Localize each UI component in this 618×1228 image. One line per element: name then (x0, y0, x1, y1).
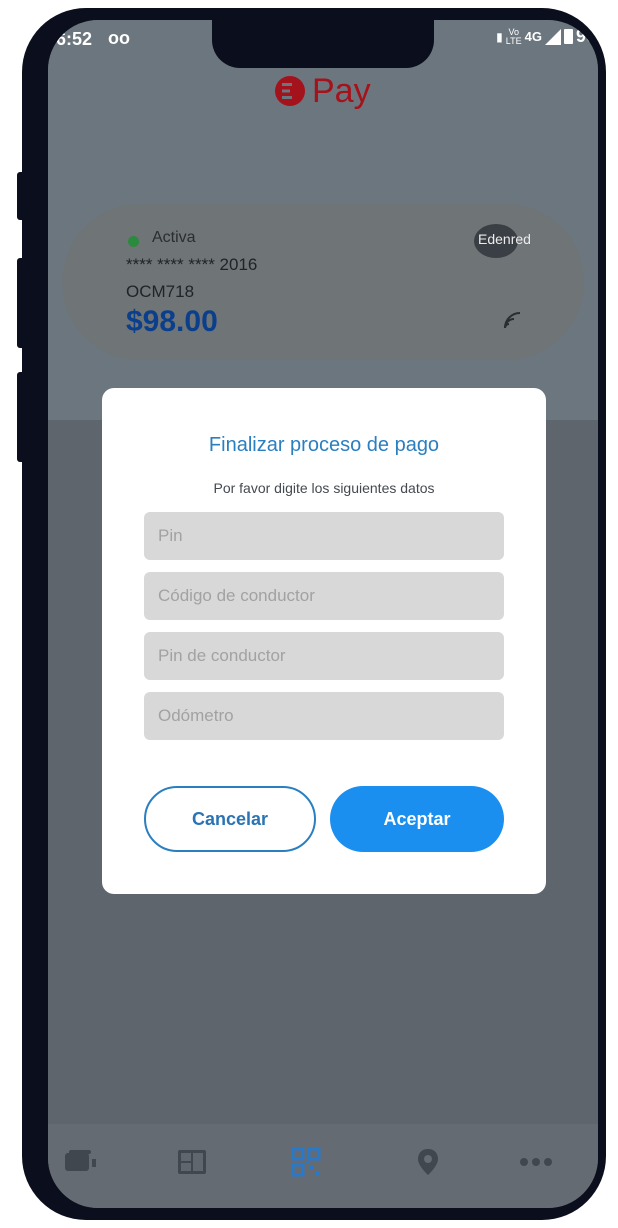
odometer-input[interactable] (156, 705, 492, 727)
wallet-icon (65, 1150, 96, 1171)
phone-screen: 6:52 oo ▮ Vo LTE 4G 90 Pay Activa **** **… (48, 20, 598, 1208)
qr-code-icon (291, 1147, 321, 1177)
card-status: Activa (152, 229, 196, 246)
pay-logo-icon (275, 76, 305, 106)
voicemail-icon: oo (108, 28, 130, 48)
nav-qr[interactable] (286, 1142, 326, 1182)
odometer-field[interactable] (144, 692, 504, 740)
dialog-subtitle: Por favor digite los siguientes datos (213, 480, 435, 496)
more-icon (520, 1158, 552, 1166)
nav-wallet[interactable] (60, 1142, 100, 1182)
nav-more[interactable] (516, 1142, 556, 1182)
network-type: 4G (524, 29, 542, 44)
accept-button[interactable]: Aceptar (330, 786, 504, 852)
driver-code-input[interactable] (156, 585, 492, 607)
dialog-title: Finalizar proceso de pago (208, 434, 440, 456)
bottom-navigation (48, 1124, 598, 1208)
status-dot-icon (128, 236, 139, 247)
nav-dashboard[interactable] (172, 1142, 212, 1182)
volte-indicator: Vo LTE (505, 26, 522, 46)
card-balance: $98.00 (126, 305, 218, 338)
signal-icon (544, 28, 561, 45)
driver-code-field[interactable] (144, 572, 504, 620)
notch (212, 20, 434, 68)
pin-field[interactable] (144, 512, 504, 560)
payment-card[interactable]: Activa **** **** **** 2016 OCM718 $98.00… (62, 204, 584, 360)
card-plate: OCM718 (126, 282, 195, 301)
driver-pin-input[interactable] (156, 645, 492, 667)
status-indicators: ▮ Vo LTE 4G 90 (496, 26, 596, 47)
dashboard-icon (178, 1150, 206, 1174)
vibrate-icon: ▮ (496, 29, 503, 44)
battery-level: 90 (575, 26, 596, 46)
status-time: 6:52 (56, 29, 93, 49)
cancel-button[interactable]: Cancelar (144, 786, 316, 852)
contactless-icon (504, 312, 521, 329)
payment-dialog: Finalizar proceso de pago Por favor digi… (102, 388, 546, 894)
pin-input[interactable] (156, 525, 492, 547)
app-logo: Pay (274, 74, 371, 108)
nav-location[interactable] (408, 1142, 448, 1182)
battery-icon (563, 29, 573, 44)
brand-name: Edenred (478, 231, 531, 247)
location-pin-icon (418, 1149, 438, 1175)
card-number: **** **** **** 2016 (126, 255, 258, 274)
logo-text: Pay (312, 72, 371, 110)
driver-pin-field[interactable] (144, 632, 504, 680)
